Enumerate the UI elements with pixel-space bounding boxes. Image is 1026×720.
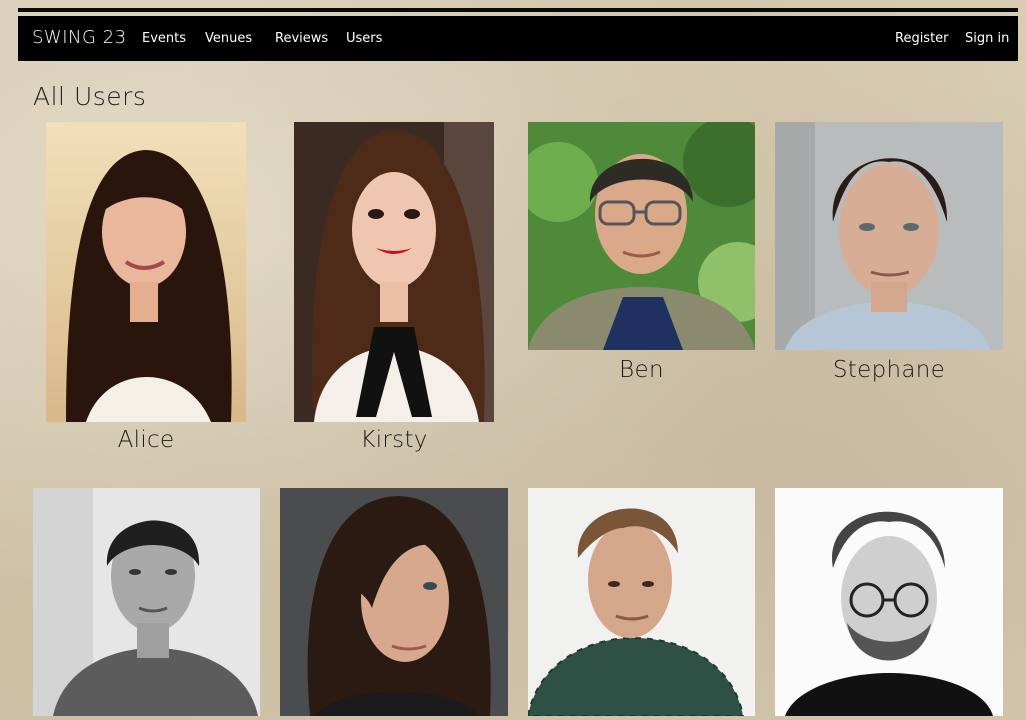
user-card-ben[interactable]: Ben [528,122,755,392]
user-name-kirsty[interactable]: Kirsty [294,427,494,453]
nav-link-events[interactable]: Events [142,31,186,46]
user-photo[interactable] [775,122,1003,350]
nav-link-reviews[interactable]: Reviews [275,31,328,46]
top-rule [18,8,1018,12]
page-title: All Users [33,82,147,111]
user-photo[interactable] [775,488,1003,716]
user-photo[interactable] [528,122,755,350]
user-card-alice[interactable]: Alice [46,122,246,462]
user-card-7[interactable] [528,488,755,716]
user-photo[interactable] [528,488,755,716]
user-photo[interactable] [33,488,260,716]
nav-link-register[interactable]: Register [895,31,949,46]
user-card-kirsty[interactable]: Kirsty [294,122,494,462]
brand-link[interactable]: SWING 23 [32,27,127,48]
user-name-stephane[interactable]: Stephane [775,357,1003,383]
navbar: SWING 23 Events Venues Reviews Users Reg… [18,16,1018,61]
nav-link-venues[interactable]: Venues [205,31,252,46]
user-photo[interactable] [46,122,246,422]
user-name-alice[interactable]: Alice [46,427,246,453]
user-card-5[interactable] [33,488,260,716]
user-card-stephane[interactable]: Stephane [775,122,1003,392]
nav-link-users[interactable]: Users [346,31,382,46]
user-photo[interactable] [294,122,494,422]
user-card-6[interactable] [280,488,508,716]
user-photo[interactable] [280,488,508,716]
nav-link-sign-in[interactable]: Sign in [965,31,1009,46]
user-name-ben[interactable]: Ben [528,357,755,383]
user-card-8[interactable] [775,488,1003,716]
